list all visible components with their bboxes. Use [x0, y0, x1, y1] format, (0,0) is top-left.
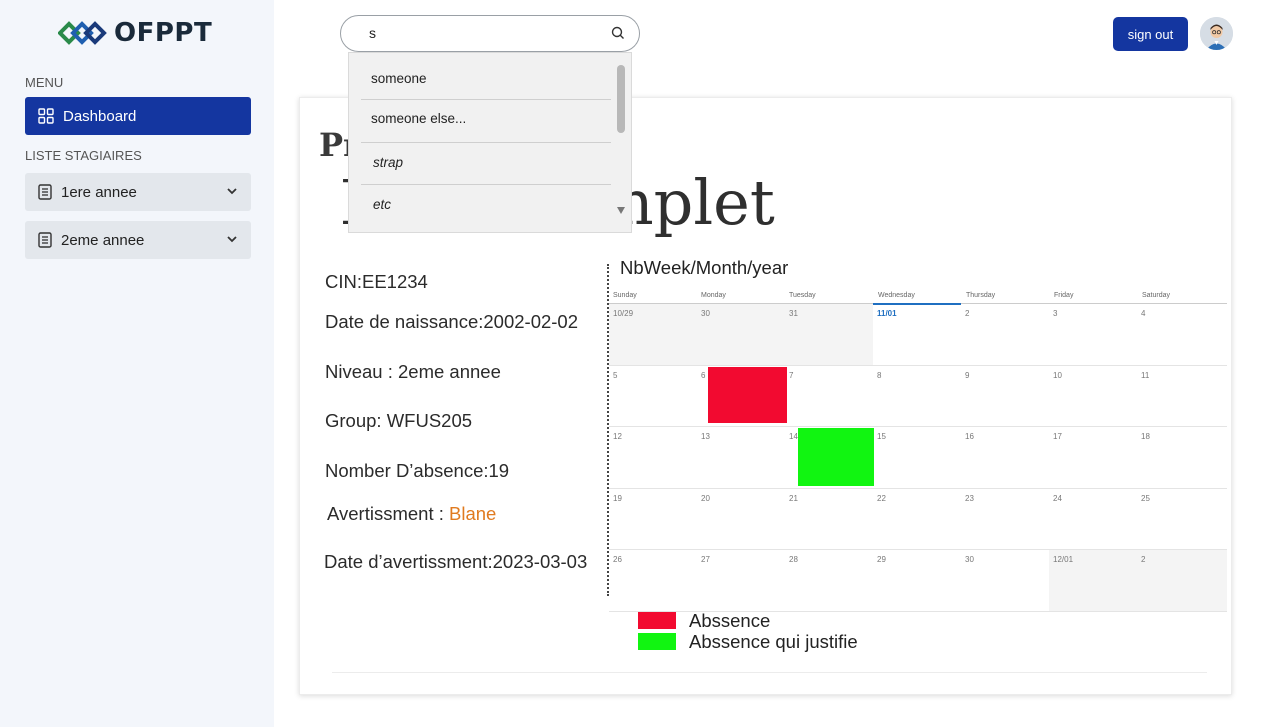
calendar-day[interactable]: 5: [609, 366, 697, 427]
brand-name: OFPPT: [114, 18, 213, 48]
user-avatar-icon: [1200, 17, 1233, 50]
calendar-day[interactable]: 4: [1137, 304, 1227, 365]
calendar-week: 10/29 30 31 11/01 2 3 4: [609, 304, 1227, 366]
scroll-down-arrow-icon[interactable]: [617, 207, 625, 214]
warning-value: Blane: [449, 503, 497, 524]
legend-justified-label: Abssence qui justifie: [689, 631, 858, 652]
calendar-week: 26 27 28 29 30 12/01 2: [609, 550, 1227, 612]
warning-row: Avertissment : Blane: [327, 503, 496, 525]
dashboard-label: Dashboard: [63, 107, 137, 125]
level-text: Niveau : 2eme annee: [325, 361, 501, 382]
day-header: Thursday: [966, 292, 996, 299]
warning-label: Avertissment :: [327, 503, 444, 524]
search-input[interactable]: s: [369, 25, 376, 41]
calendar-week: 5 6 7 8 9 10 11: [609, 366, 1227, 427]
legend-justified-swatch: [638, 633, 676, 650]
calendar-day[interactable]: 30: [961, 550, 1049, 611]
search-bar[interactable]: s: [340, 15, 640, 52]
justified-absence-marker[interactable]: [798, 428, 874, 486]
calendar-day[interactable]: 3: [1049, 304, 1137, 365]
calendar-day[interactable]: 8: [873, 366, 961, 427]
calendar-day[interactable]: 31: [785, 304, 873, 365]
calendar-day[interactable]: 2: [961, 304, 1049, 365]
calendar-day[interactable]: 12/01: [1049, 550, 1137, 611]
calendar-day[interactable]: 30: [697, 304, 785, 365]
grid-icon: [38, 108, 54, 124]
calendar-day[interactable]: 27: [697, 550, 785, 611]
day-header: Tuesday: [789, 292, 816, 299]
calendar-day[interactable]: 17: [1049, 427, 1137, 488]
suggestion-item[interactable]: strap: [361, 144, 611, 185]
sidebar-item-1ere-annee[interactable]: 1ere annee: [25, 173, 251, 211]
legend-absence-label: Abssence: [689, 610, 771, 631]
sidebar-item-2eme-annee[interactable]: 2eme annee: [25, 221, 251, 259]
calendar-day[interactable]: 26: [609, 550, 697, 611]
legend-absence-swatch: [638, 612, 676, 629]
chevron-down-icon: [227, 236, 237, 243]
section-label: LISTE STAGIAIRES: [25, 148, 142, 163]
warning-date-text: Date d’avertissment:2023-03-03: [324, 551, 588, 572]
document-icon: [38, 184, 52, 200]
calendar-day[interactable]: 2: [1137, 550, 1227, 611]
day-header: Saturday: [1142, 292, 1171, 299]
calendar-day[interactable]: 12: [609, 427, 697, 488]
cin-text: CIN:EE1234: [325, 271, 428, 292]
chevron-down-icon: [227, 188, 237, 195]
calendar-day[interactable]: 29: [873, 550, 961, 611]
absence-marker[interactable]: [708, 366, 787, 423]
calendar-week: 12 13 14 15 16 17 18: [609, 427, 1227, 489]
brand-logo[interactable]: OFPPT: [58, 18, 212, 48]
day-header: Sunday: [613, 292, 637, 299]
sidebar-item-label: 1ere annee: [61, 183, 137, 201]
user-avatar[interactable]: [1200, 17, 1233, 50]
absence-count-text: Nomber D’absence:19: [325, 460, 510, 481]
ofppt-logo-icon: [58, 21, 107, 45]
calendar-day[interactable]: 21: [785, 489, 873, 550]
dropdown-scrollbar[interactable]: [617, 65, 625, 133]
calendar-day[interactable]: 23: [961, 489, 1049, 550]
suggestion-item[interactable]: etc: [361, 186, 611, 227]
calendar-day[interactable]: 10/29: [609, 304, 697, 365]
calendar-day[interactable]: 15: [873, 427, 961, 488]
calendar-day[interactable]: 20: [697, 489, 785, 550]
calendar-day[interactable]: 13: [697, 427, 785, 488]
day-header: Wednesday: [878, 292, 915, 299]
calendar-day[interactable]: 24: [1049, 489, 1137, 550]
calendar-title: NbWeek/Month/year: [620, 257, 789, 278]
dashboard-button[interactable]: Dashboard: [25, 97, 251, 135]
suggestion-item[interactable]: someone else...: [361, 101, 611, 143]
search-icon[interactable]: [611, 26, 625, 40]
document-icon: [38, 232, 52, 248]
calendar-header: Sunday Monday Tuesday Wednesday Thursday…: [609, 289, 1227, 305]
group-text: Group: WFUS205: [325, 410, 473, 431]
calendar-day[interactable]: 28: [785, 550, 873, 611]
calendar-day[interactable]: 11: [1137, 366, 1227, 427]
sign-out-button[interactable]: sign out: [1113, 17, 1188, 51]
birth-date-text: Date de naissance:2002-02-02: [325, 311, 579, 332]
calendar-day[interactable]: 16: [961, 427, 1049, 488]
calendar-day[interactable]: 18: [1137, 427, 1227, 488]
calendar-day[interactable]: 22: [873, 489, 961, 550]
sidebar-item-label: 2eme annee: [61, 231, 145, 249]
sidebar: OFPPT MENU Dashboard LISTE STAGIAIRES 1e…: [0, 0, 274, 727]
footer-divider: [332, 672, 1207, 673]
suggestion-item[interactable]: someone: [361, 62, 611, 100]
day-header: Monday: [701, 292, 726, 299]
calendar-day[interactable]: 19: [609, 489, 697, 550]
calendar-day[interactable]: 10: [1049, 366, 1137, 427]
day-header: Friday: [1054, 292, 1074, 299]
calendar-day[interactable]: 9: [961, 366, 1049, 427]
calendar-week: 19 20 21 22 23 24 25: [609, 489, 1227, 550]
search-suggestions-dropdown: someone someone else... strap etc: [348, 52, 632, 233]
menu-label: MENU: [25, 75, 64, 90]
calendar-day[interactable]: 7: [785, 366, 873, 427]
calendar-day-today[interactable]: 11/01: [873, 304, 961, 365]
calendar-day[interactable]: 25: [1137, 489, 1227, 550]
calendar: Sunday Monday Tuesday Wednesday Thursday…: [609, 289, 1227, 612]
